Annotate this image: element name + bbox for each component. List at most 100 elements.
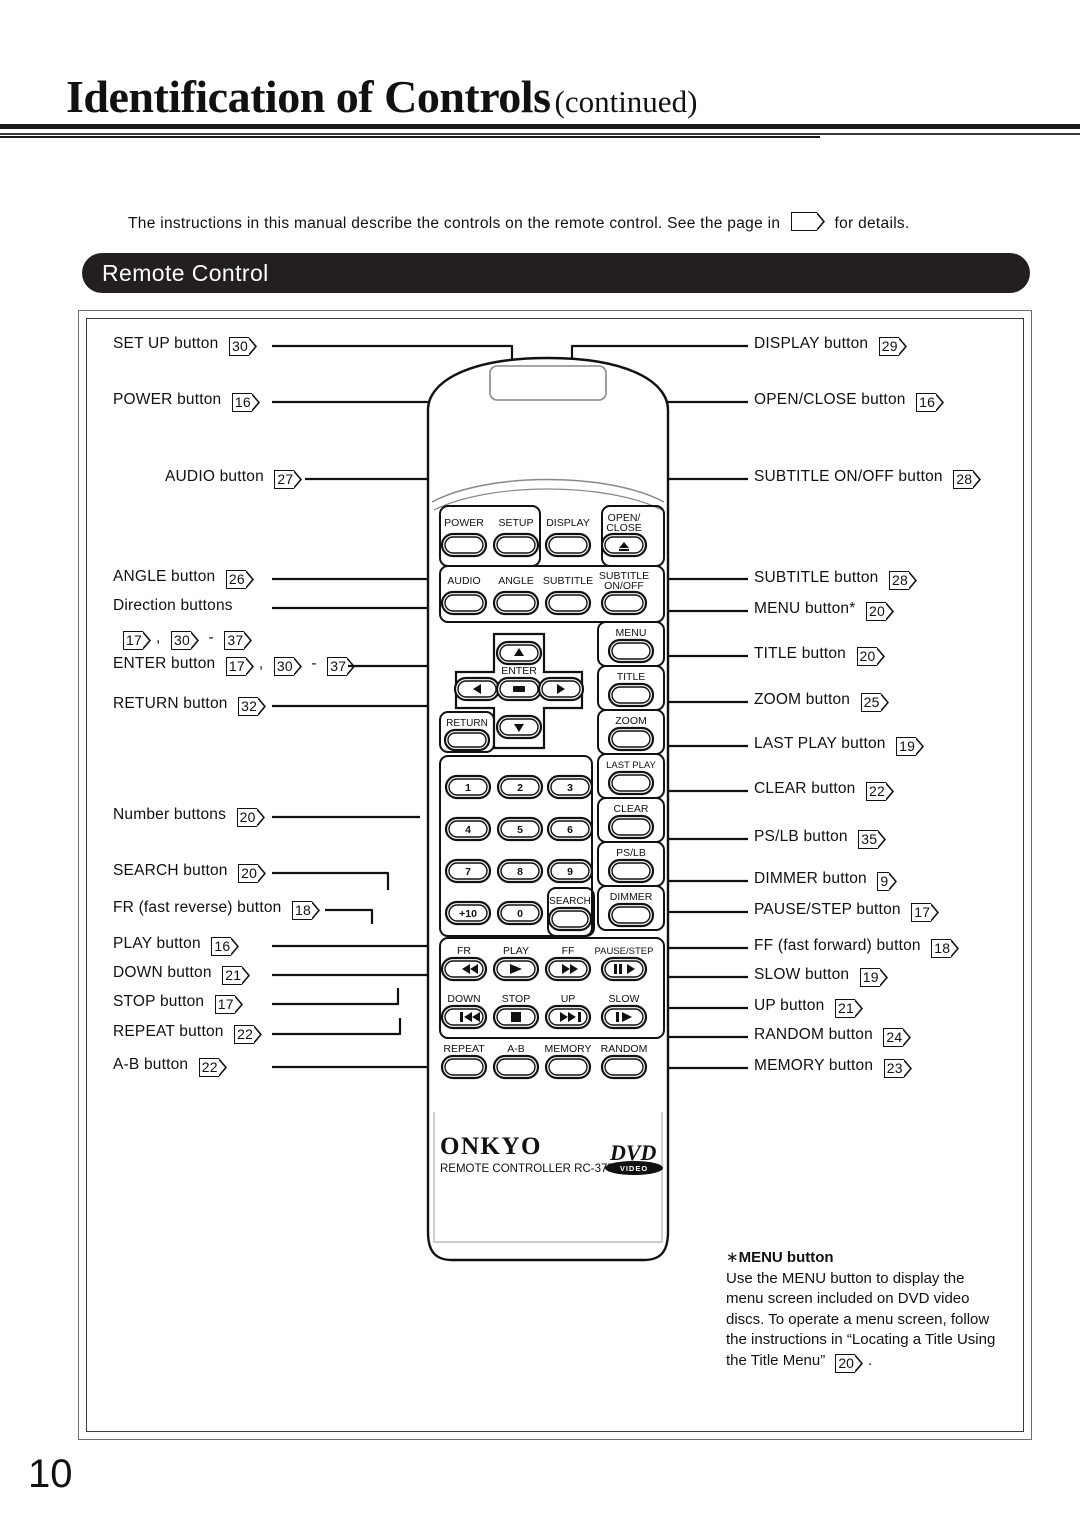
callout-left-enter-ref-2-number: 30 [273,657,294,676]
callout-left-power: POWER button 16 [113,391,265,412]
callout-left-direction-ref-2-number: 30 [171,631,191,650]
callout-left-fr-ref-number: 18 [291,901,312,920]
remote-btn-t1-1-label: PLAY [503,945,529,957]
callout-left-search-ref: 20 [234,864,269,883]
dvd-video-logo: DVDVIDEO [605,1140,663,1175]
callout-right-subtitle: SUBTITLE button 28 [754,569,922,590]
remote-btn-row1-0-label: POWER [444,517,484,529]
callout-left-angle-text: ANGLE button [113,568,216,585]
callout-right-zoom: ZOOM button 25 [754,691,894,712]
callout-left-play-ref: 16 [207,937,242,956]
callout-left-setup-text: SET UP button [113,335,219,352]
callout-left-direction-refs: 17, 30 - 37 [117,629,257,650]
remote-btn-t1-2-label: FF [562,945,575,957]
callout-right-subtitle-onoff-ref: 28 [949,470,984,489]
callout-left-direction-ref-2: 30 [167,631,202,650]
callout-right-title-text: TITLE button [754,645,847,662]
remote-search-label: SEARCH [549,896,591,907]
callout-right-clear-text: CLEAR button [754,780,856,797]
callout-right-title: TITLE button 20 [754,645,890,666]
callout-left-repeat-text: REPEAT button [113,1023,224,1040]
remote-btn-number-+10-label: +10 [459,908,477,920]
remote-btn-row1-1-label: SETUP [498,517,533,529]
eject-icon-bar [619,549,629,551]
callout-left-play-text: PLAY button [113,935,201,952]
callout-left-fr: FR (fast reverse) button 18 [113,899,325,920]
callout-left-direction: Direction buttons [113,597,233,615]
slow-icon-bar [616,1012,619,1022]
page-title: Identification of Controls (continued) [66,70,1026,123]
remote-brand: ONKYO [440,1133,542,1160]
footnote-menu-button: ∗MENU button Use the MENU button to disp… [726,1248,996,1373]
remote-btn-side-3-label: LAST PLAY [606,760,656,771]
remote-btn-number-9-label: 9 [567,866,573,878]
callout-left-fr-ref: 18 [288,901,323,920]
callout-right-last-play-ref-number: 19 [896,737,917,756]
callout-right-open-close-ref: 16 [912,393,947,412]
remote-btn-t3-1-label: A-B [507,1043,525,1055]
callout-left-setup-ref: 30 [225,337,260,356]
remote-return-label: RETURN [446,718,488,729]
callout-left-direction-text: Direction buttons [113,597,233,614]
remote-btn-row2-1-label: ANGLE [498,575,534,587]
callout-right-pslb-ref: 35 [854,830,889,849]
callout-left-power-ref: 16 [228,393,263,412]
callout-left-enter: ENTER button 17, 30 - 37 [113,655,360,676]
callout-right-menu-text: MENU button* [754,600,856,617]
callout-right-memory-text: MEMORY button [754,1057,874,1074]
page-title-main: Identification of Controls [66,71,551,122]
remote-btn-number-5-label: 5 [517,824,523,836]
callout-left-enter-ref-3-number: 37 [327,657,348,676]
callout-left-repeat-ref: 22 [230,1025,265,1044]
callout-left-angle-ref: 26 [222,570,257,589]
callout-right-open-close-ref-number: 16 [916,393,937,412]
remote-btn-row1-2-label: DISPLAY [546,517,590,529]
callout-right-slow-ref: 19 [856,968,891,987]
callout-right-dimmer-ref: 9 [873,872,900,891]
remote-btn-row2-2-label: SUBTITLE [543,575,593,587]
callout-right-pause-step: PAUSE/STEP button 17 [754,901,944,922]
remote-btn-number-8-label: 8 [517,866,523,878]
callout-right-clear: CLEAR button 22 [754,780,899,801]
callout-left-return: RETURN button 32 [113,695,271,716]
callout-right-menu: MENU button* 20 [754,600,899,621]
callout-left-setup: SET UP button 30 [113,335,262,356]
callout-right-subtitle-ref: 28 [885,571,920,590]
callout-left-number-ref-number: 20 [236,808,257,827]
callout-right-ff-ref: 18 [927,939,962,958]
callout-left-repeat-ref-number: 22 [234,1025,255,1044]
remote-btn-number-1-label: 1 [465,782,471,794]
callout-left-number: Number buttons 20 [113,806,270,827]
footnote-page-ref: 20 [831,1353,866,1373]
callout-left-enter-ref-3: 37 [323,657,358,676]
callout-right-slow-text: SLOW button [754,966,850,983]
remote-control-diagram: POWER SETUP DISPLAY OPEN/CLOSEAUDIO ANGLE SUB… [426,356,670,1262]
footnote-period: . [867,1351,873,1369]
footnote-heading: MENU button [738,1249,834,1266]
intro-text-after: for details. [834,215,910,232]
remote-btn-t2-3-label: SLOW [609,993,640,1005]
callout-left-ab: A-B button 22 [113,1056,232,1077]
callout-right-up: UP button 21 [754,997,868,1018]
remote-btn-side-6-label: DIMMER [610,891,653,903]
callout-right-random-ref-number: 24 [883,1028,904,1047]
callout-right-subtitle-ref-number: 28 [889,571,909,590]
callout-left-stop-text: STOP button [113,993,205,1010]
pause-icon-bar2 [619,964,622,974]
callout-right-up-text: UP button [754,997,825,1014]
page-ref-tag-blank [787,212,828,231]
callout-left-direction-ref-3: 37 [220,631,255,650]
callout-right-pslb-ref-number: 35 [858,830,879,849]
callout-right-title-ref-number: 20 [856,647,877,666]
callout-right-random-text: RANDOM button [754,1026,873,1043]
callout-left-play-ref-number: 16 [211,937,232,956]
remote-btn-side-4-label: CLEAR [613,803,648,815]
callout-right-display-ref-number: 29 [878,337,899,356]
callout-right-last-play-ref: 19 [892,737,927,756]
callout-right-subtitle-onoff-text: SUBTITLE ON/OFF button [754,468,943,485]
remote-btn-number-3-label: 3 [567,782,573,794]
callout-right-zoom-ref: 25 [857,693,892,712]
callout-right-memory-ref-number: 23 [883,1059,904,1078]
intro-sentence: The instructions in this manual describe… [128,212,910,233]
remote-btn-side-5-label: PS/LB [616,847,646,859]
